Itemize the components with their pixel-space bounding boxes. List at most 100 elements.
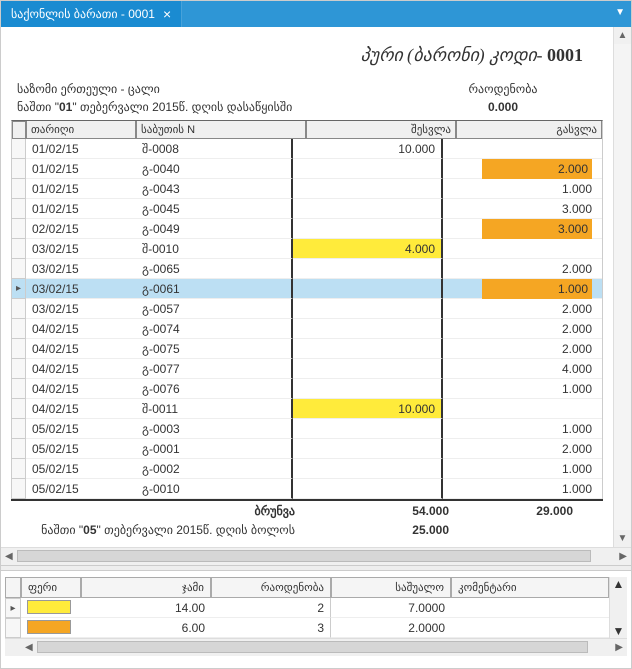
cell-in: [293, 199, 443, 219]
summary-header-sum[interactable]: ჯამი: [81, 577, 211, 598]
table-row[interactable]: 03/02/15გ-00652.000: [12, 259, 602, 279]
cell-in: [293, 319, 443, 339]
cell-doc: გ-0043: [136, 179, 293, 199]
cell-in: [293, 479, 443, 499]
product-name: პური (ბარონი): [360, 45, 484, 65]
cell-out: [443, 399, 602, 419]
scroll-down-icon[interactable]: ▼: [618, 530, 628, 547]
scroll-left-icon[interactable]: ◀: [1, 551, 17, 562]
cell-date: 04/02/15: [26, 359, 136, 379]
cell-doc: გ-0065: [136, 259, 293, 279]
cell-out: 2.000: [443, 439, 602, 459]
row-indicator: [12, 259, 26, 279]
table-row[interactable]: 04/02/15შ-001110.000: [12, 399, 602, 419]
table-row[interactable]: 05/02/15გ-00031.000: [12, 419, 602, 439]
close-icon[interactable]: ×: [163, 7, 171, 21]
cell-out: 3.000: [443, 219, 602, 239]
summary-header-color[interactable]: ფერი: [21, 577, 81, 598]
table-row[interactable]: 01/02/15გ-00453.000: [12, 199, 602, 219]
cell-doc: გ-0045: [136, 199, 293, 219]
cell-doc: გ-0077: [136, 359, 293, 379]
table-row[interactable]: 05/02/15გ-00012.000: [12, 439, 602, 459]
summary-header-avg[interactable]: საშუალო: [331, 577, 451, 598]
grid-header-doc[interactable]: საბუთის N: [136, 121, 306, 139]
cell-out: 4.000: [443, 359, 602, 379]
horizontal-scrollbar-upper[interactable]: ◀ ▶: [1, 547, 631, 565]
cell-qty: 3: [211, 618, 331, 638]
table-row[interactable]: 04/02/15გ-0077 4.000: [12, 359, 602, 379]
row-indicator: [5, 618, 21, 638]
row-indicator: [12, 459, 26, 479]
scroll-right-icon[interactable]: ▶: [611, 642, 627, 653]
cell-date: 04/02/15: [26, 379, 136, 399]
summary-row[interactable]: ▸14.0027.0000: [5, 598, 609, 618]
summary-row[interactable]: 6.0032.0000: [5, 618, 609, 638]
color-swatch: [27, 620, 71, 634]
row-indicator: [12, 479, 26, 499]
summary-grid-body: ▸14.0027.00006.0032.0000: [5, 598, 609, 638]
cell-doc: შ-0011: [136, 399, 293, 419]
cell-in: [293, 359, 443, 379]
cell-doc: გ-0010: [136, 479, 293, 499]
cell-date: 03/02/15: [26, 299, 136, 319]
cell-comment: [451, 598, 609, 618]
table-row[interactable]: 04/02/15გ-00752.000: [12, 339, 602, 359]
grid-header-date[interactable]: თარიღი: [26, 121, 136, 139]
scroll-up-icon[interactable]: ▲: [618, 27, 628, 44]
totals-label: ბრუნვა: [11, 504, 305, 518]
cell-in: [293, 259, 443, 279]
scroll-right-icon[interactable]: ▶: [615, 551, 631, 562]
cell-qty: 2: [211, 598, 331, 618]
table-row[interactable]: 04/02/15გ-00742.000: [12, 319, 602, 339]
summary-header-qty[interactable]: რაოდენობა: [211, 577, 331, 598]
table-row[interactable]: 04/02/15გ-00761.000: [12, 379, 602, 399]
summary-grid-header: ფერი ჯამი რაოდენობა საშუალო კომენტარი: [5, 577, 609, 598]
cell-in: [293, 439, 443, 459]
cell-avg: 7.0000: [331, 598, 451, 618]
cell-date: 05/02/15: [26, 459, 136, 479]
cell-in: [293, 219, 443, 239]
product-code: 0001: [547, 45, 583, 65]
cell-out: 1.000: [443, 379, 602, 399]
scroll-down-icon[interactable]: ▼: [613, 624, 625, 638]
table-row[interactable]: ▸03/02/15გ-00611.000: [12, 279, 602, 299]
scroll-track[interactable]: [614, 44, 631, 530]
tab-item-card[interactable]: საქონლის ბარათი - 0001 ×: [1, 1, 182, 27]
vertical-scrollbar[interactable]: ▲ ▼: [613, 27, 631, 547]
cell-in: 10.000: [293, 139, 443, 159]
table-row[interactable]: 05/02/15გ-00021.000: [12, 459, 602, 479]
table-row[interactable]: 01/02/15გ-00431.000: [12, 179, 602, 199]
cell-doc: გ-0002: [136, 459, 293, 479]
table-row[interactable]: 03/02/15გ-00572.000: [12, 299, 602, 319]
row-indicator: ▸: [5, 598, 21, 618]
cell-out: [443, 239, 602, 259]
table-row[interactable]: 05/02/15გ-00101.000: [12, 479, 602, 499]
summary-vertical-scrollbar[interactable]: ▲ ▼: [609, 577, 627, 638]
cell-in: [293, 299, 443, 319]
grid-header-out[interactable]: გასვლა: [456, 121, 602, 139]
cell-in: [293, 379, 443, 399]
totals-out: 29.000: [455, 504, 603, 518]
table-row[interactable]: 01/02/15გ-00402.000: [12, 159, 602, 179]
row-indicator: [12, 139, 26, 159]
summary-header-comment[interactable]: კომენტარი: [451, 577, 609, 598]
table-row[interactable]: 03/02/15შ-00104.000: [12, 239, 602, 259]
scroll-thumb[interactable]: [37, 641, 589, 653]
cell-date: 03/02/15: [26, 279, 136, 299]
scroll-thumb[interactable]: [17, 550, 592, 562]
horizontal-scrollbar-lower[interactable]: ◀ ▶: [5, 638, 627, 656]
table-row[interactable]: 01/02/15შ-000810.000: [12, 139, 602, 159]
scroll-left-icon[interactable]: ◀: [21, 642, 37, 653]
qty-label: რაოდენობა: [423, 82, 583, 96]
grid-header-in[interactable]: შესვლა: [306, 121, 456, 139]
cell-in: [293, 159, 443, 179]
scroll-up-icon[interactable]: ▲: [613, 577, 625, 591]
cell-doc: გ-0001: [136, 439, 293, 459]
table-row[interactable]: 02/02/15გ-00493.000: [12, 219, 602, 239]
row-indicator: [12, 379, 26, 399]
chevron-down-icon[interactable]: ▼: [615, 7, 625, 18]
cell-out: 2.000: [443, 299, 602, 319]
row-indicator: [12, 159, 26, 179]
cell-sum: 6.00: [81, 618, 211, 638]
cell-in: [293, 179, 443, 199]
